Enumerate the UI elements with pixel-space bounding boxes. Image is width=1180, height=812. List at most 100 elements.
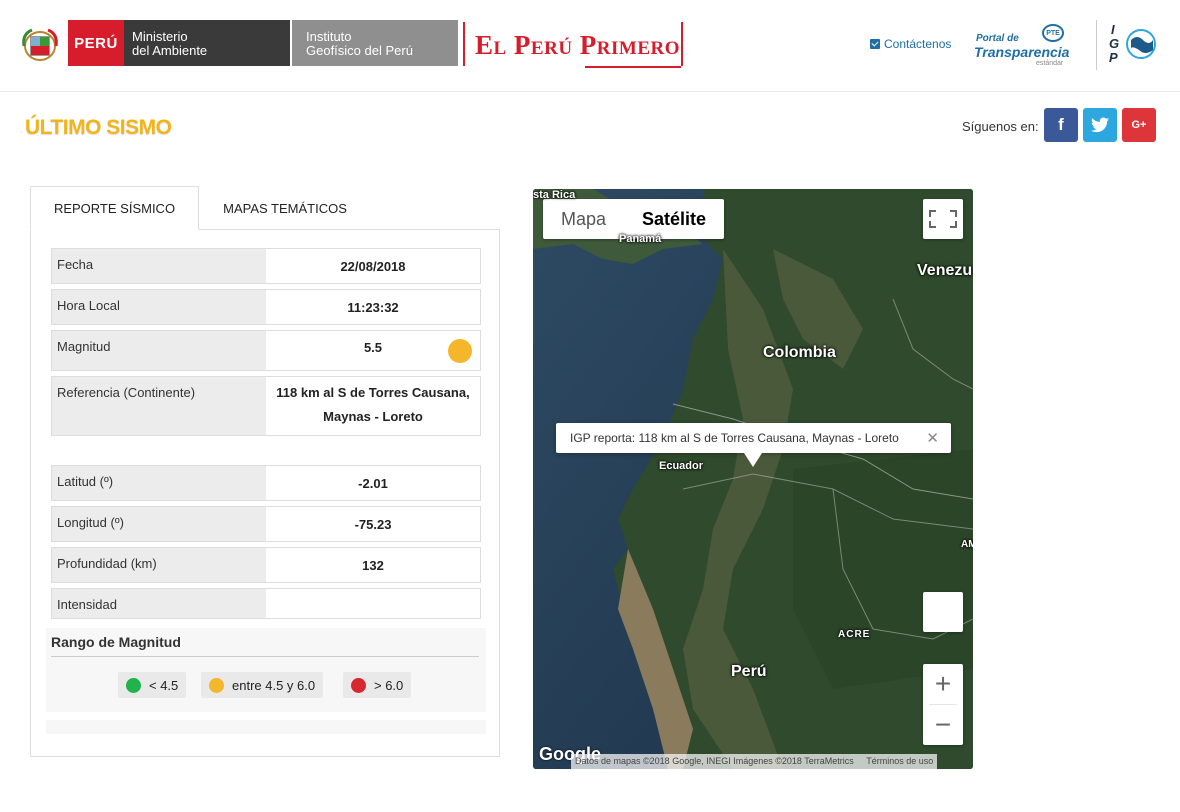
intensidad-label: Intensidad: [52, 589, 266, 618]
peru-brand[interactable]: PERÚ: [68, 20, 124, 66]
magnitud-value: 5.5: [266, 331, 480, 370]
map-label-peru: Perú: [731, 663, 767, 680]
page-title: ÚLTIMO SISMO: [25, 116, 172, 139]
fullscreen-corner-icon: [950, 210, 957, 217]
twitter-button[interactable]: [1083, 108, 1117, 142]
panel-footer-strip: [46, 720, 486, 734]
fullscreen-corner-icon: [950, 221, 957, 228]
map-label-venezuela: Venezu: [917, 262, 973, 279]
igp-logo[interactable]: I G P: [1096, 20, 1160, 70]
terms-link[interactable]: Términos de uso: [866, 756, 933, 766]
referencia-line2: Maynas - Loreto: [323, 409, 423, 424]
info-window-text: IGP reporta: 118 km al S de Torres Causa…: [570, 431, 899, 445]
info-window-pointer: [744, 453, 762, 467]
report-panel: Fecha 22/08/2018 Hora Local 11:23:32 Mag…: [30, 229, 500, 757]
fullscreen-button[interactable]: [923, 199, 963, 239]
yellow-dot-icon: [209, 677, 224, 693]
longitud-value: -75.23: [354, 517, 392, 532]
transparency-sub: estándar: [1036, 60, 1064, 67]
longitud-label: Longitud (º): [52, 507, 266, 541]
earthquake-map[interactable]: Mapa Satélite sta Rica Panamá Venezu Col…: [533, 189, 973, 769]
peru-primero-logo[interactable]: El Perú Primero: [463, 22, 683, 68]
magnitude-range-box: Rango de Magnitud < 4.5 entre 4.5 y 6.0 …: [46, 628, 486, 712]
contact-label: Contáctenos: [884, 37, 952, 51]
hora-label: Hora Local: [52, 290, 266, 324]
satellite-terrain: [533, 189, 973, 769]
map-label-ecuador: Ecuador: [659, 460, 704, 472]
map-label-panama: Panamá: [619, 233, 662, 245]
fullscreen-corner-icon: [929, 210, 936, 217]
peru-coat-of-arms-icon: [22, 28, 58, 61]
profundidad-label: Profundidad (km): [52, 548, 266, 582]
zoom-out-button[interactable]: −: [923, 705, 963, 745]
legend-high-label: > 6.0: [374, 677, 404, 693]
tab-mapas-tematicos[interactable]: MAPAS TEMÁTICOS: [199, 186, 371, 230]
transparency-small: Portal de: [976, 33, 1019, 44]
map-label-acre: ACRE: [838, 629, 871, 640]
close-icon[interactable]: ✕: [926, 429, 939, 447]
institute-line1: Instituto: [306, 29, 352, 44]
row-magnitud: Magnitud 5.5: [51, 330, 481, 371]
referencia-label: Referencia (Continente): [52, 377, 266, 435]
institute-link[interactable]: Instituto Geofísico del Perú: [292, 20, 458, 66]
transparency-big: Transparencia: [974, 44, 1070, 60]
slogan-underline: [585, 66, 681, 68]
checkbox-icon: [870, 39, 880, 49]
map-attribution: Datos de mapas ©2018 Google, INEGI Imáge…: [571, 754, 938, 769]
slogan-text: El Perú Primero: [475, 30, 681, 60]
googleplus-button[interactable]: G+: [1122, 108, 1156, 142]
facebook-button[interactable]: f: [1044, 108, 1078, 142]
igp-letter-g: G: [1109, 36, 1120, 51]
ministry-line2: del Ambiente: [132, 43, 208, 58]
legend-mid: entre 4.5 y 6.0: [201, 672, 324, 698]
zoom-control: + −: [923, 664, 963, 745]
map-label-am: AM: [961, 539, 973, 550]
fullscreen-corner-icon: [929, 221, 936, 228]
contact-link[interactable]: Contáctenos: [870, 37, 951, 51]
ministry-link[interactable]: Ministerio del Ambiente: [124, 20, 290, 66]
row-fecha: Fecha 22/08/2018: [51, 248, 481, 284]
institute-line2: Geofísico del Perú: [306, 43, 413, 58]
zoom-in-button[interactable]: +: [923, 664, 963, 704]
referencia-value: 118 km al S de Torres Causana, Maynas - …: [266, 377, 480, 435]
map-info-window: IGP reporta: 118 km al S de Torres Causa…: [556, 423, 951, 467]
site-header: PERÚ Ministerio del Ambiente Instituto G…: [0, 0, 1180, 92]
legend-high: > 6.0: [343, 672, 412, 698]
attribution-text: Datos de mapas ©2018 Google, INEGI Imáge…: [575, 756, 854, 766]
legend-low-label: < 4.5: [149, 677, 179, 693]
twitter-icon: [1091, 117, 1109, 133]
latitud-value: -2.01: [358, 476, 388, 491]
igp-letter-p: P: [1109, 50, 1118, 65]
row-hora: Hora Local 11:23:32: [51, 289, 481, 325]
follow-label: Síguenos en:: [962, 119, 1039, 134]
row-intensidad: Intensidad: [51, 588, 481, 619]
googleplus-icon: G+: [1131, 119, 1147, 131]
row-profundidad: Profundidad (km) 132: [51, 547, 481, 583]
pte-badge: PTE: [1042, 24, 1064, 42]
magnitud-label: Magnitud: [52, 331, 266, 370]
profundidad-value: 132: [362, 558, 384, 573]
magnitude-indicator-dot: [448, 339, 472, 363]
transparency-portal-link[interactable]: PTE Portal de Transparencia estándar: [974, 22, 1070, 68]
fecha-value: 22/08/2018: [340, 259, 406, 274]
referencia-line1: 118 km al S de Torres Causana,: [276, 385, 470, 400]
ministry-line1: Ministerio: [132, 29, 188, 44]
range-title: Rango de Magnitud: [51, 634, 479, 657]
tab-reporte-sismico[interactable]: REPORTE SÍSMICO: [30, 186, 199, 230]
row-longitud: Longitud (º) -75.23: [51, 506, 481, 542]
facebook-icon: f: [1058, 115, 1064, 134]
latitud-label: Latitud (º): [52, 466, 266, 500]
red-dot-icon: [351, 677, 366, 693]
fecha-label: Fecha: [52, 249, 266, 283]
legend-mid-label: entre 4.5 y 6.0: [232, 677, 316, 693]
intensidad-value: [266, 589, 480, 618]
green-dot-icon: [126, 677, 141, 693]
map-type-mapa[interactable]: Mapa: [543, 199, 624, 239]
map-label-colombia: Colombia: [763, 344, 836, 361]
street-view-pegman-button[interactable]: [923, 592, 963, 632]
igp-letter-i: I: [1111, 22, 1115, 37]
globe-icon: [1126, 29, 1156, 59]
map-label-costa-rica: sta Rica: [533, 189, 576, 201]
legend-low: < 4.5: [118, 672, 187, 698]
hora-value: 11:23:32: [347, 300, 399, 315]
